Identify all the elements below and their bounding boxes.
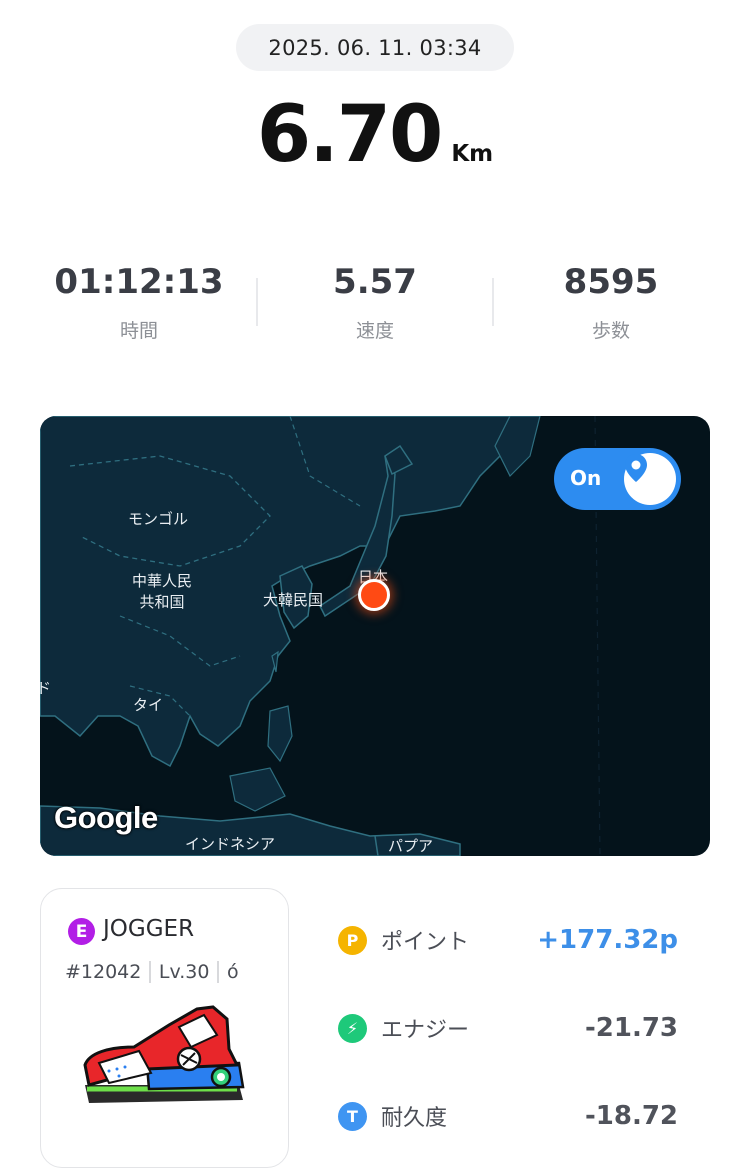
point-coin-icon: P — [338, 925, 367, 955]
current-location-marker — [358, 579, 390, 611]
map-label-mongolia: モンゴル — [128, 510, 189, 528]
location-pin-icon — [625, 454, 647, 482]
map-label-indonesia: インドネシア — [185, 835, 276, 853]
divider — [217, 961, 219, 983]
reward-value-energy: -21.73 — [584, 1013, 678, 1043]
stat-time-label: 時間 — [119, 320, 158, 342]
google-logo: Google — [54, 800, 158, 835]
sneaker-extra: ó — [226, 961, 239, 983]
reward-row-energy: ⚡ エナジー -21.73 — [338, 1006, 678, 1050]
energy-bolt-icon: ⚡ — [338, 1013, 367, 1043]
workout-datetime: 2025. 06. 11. 03:34 — [236, 24, 514, 71]
distance-display: 6.70 Km — [0, 90, 750, 180]
reward-label-points: ポイント — [381, 930, 470, 955]
sneaker-card[interactable]: E JOGGER #12042 Lv.30 ó — [40, 888, 289, 1168]
reward-label-energy: エナジー — [381, 1018, 470, 1043]
map-label-china: 中華人民 共和国 — [132, 572, 193, 611]
location-toggle-label: On — [570, 466, 602, 490]
sneaker-id: #12042 — [65, 961, 142, 983]
stat-speed-label: 速度 — [355, 320, 394, 342]
location-toggle[interactable]: On — [554, 448, 681, 510]
stat-steps-label: 歩数 — [591, 320, 630, 342]
location-toggle-knob — [624, 453, 676, 505]
sneaker-name: JOGGER — [103, 916, 195, 942]
reward-row-points: P ポイント +177.32p — [338, 918, 678, 962]
reward-row-durability: T 耐久度 -18.72 — [338, 1094, 678, 1138]
durability-icon: T — [338, 1101, 367, 1131]
sneaker-meta: #12042 Lv.30 ó — [65, 961, 239, 983]
map-label-thailand: タイ — [133, 696, 164, 714]
stat-time-value: 01:12:13 — [54, 262, 224, 302]
sneaker-image — [83, 1005, 245, 1103]
divider — [149, 961, 151, 983]
map-label-korea: 大韓民国 — [263, 591, 324, 609]
sneaker-level: Lv.30 — [158, 961, 210, 983]
stat-speed: 5.57 速度 — [258, 262, 492, 342]
map-label-papua: パプア — [388, 837, 434, 855]
stat-speed-value: 5.57 — [333, 262, 417, 302]
sneaker-class-badge: E — [68, 918, 95, 945]
route-map[interactable]: モンゴル 中華人民 共和国 大韓民国 日本 タイ インドネシア パプア ド Go… — [40, 416, 710, 856]
stat-time: 01:12:13 時間 — [22, 262, 256, 342]
reward-value-points: +177.32p — [537, 925, 678, 955]
distance-unit: Km — [451, 141, 494, 167]
stat-steps: 8595 歩数 — [494, 262, 728, 342]
map-label-edge: ド — [40, 679, 52, 697]
stats-row: 01:12:13 時間 5.57 速度 8595 歩数 — [22, 262, 728, 342]
stat-steps-value: 8595 — [563, 262, 659, 302]
reward-value-durability: -18.72 — [584, 1101, 678, 1131]
reward-label-durability: 耐久度 — [381, 1106, 448, 1131]
distance-value: 6.70 — [256, 90, 443, 180]
